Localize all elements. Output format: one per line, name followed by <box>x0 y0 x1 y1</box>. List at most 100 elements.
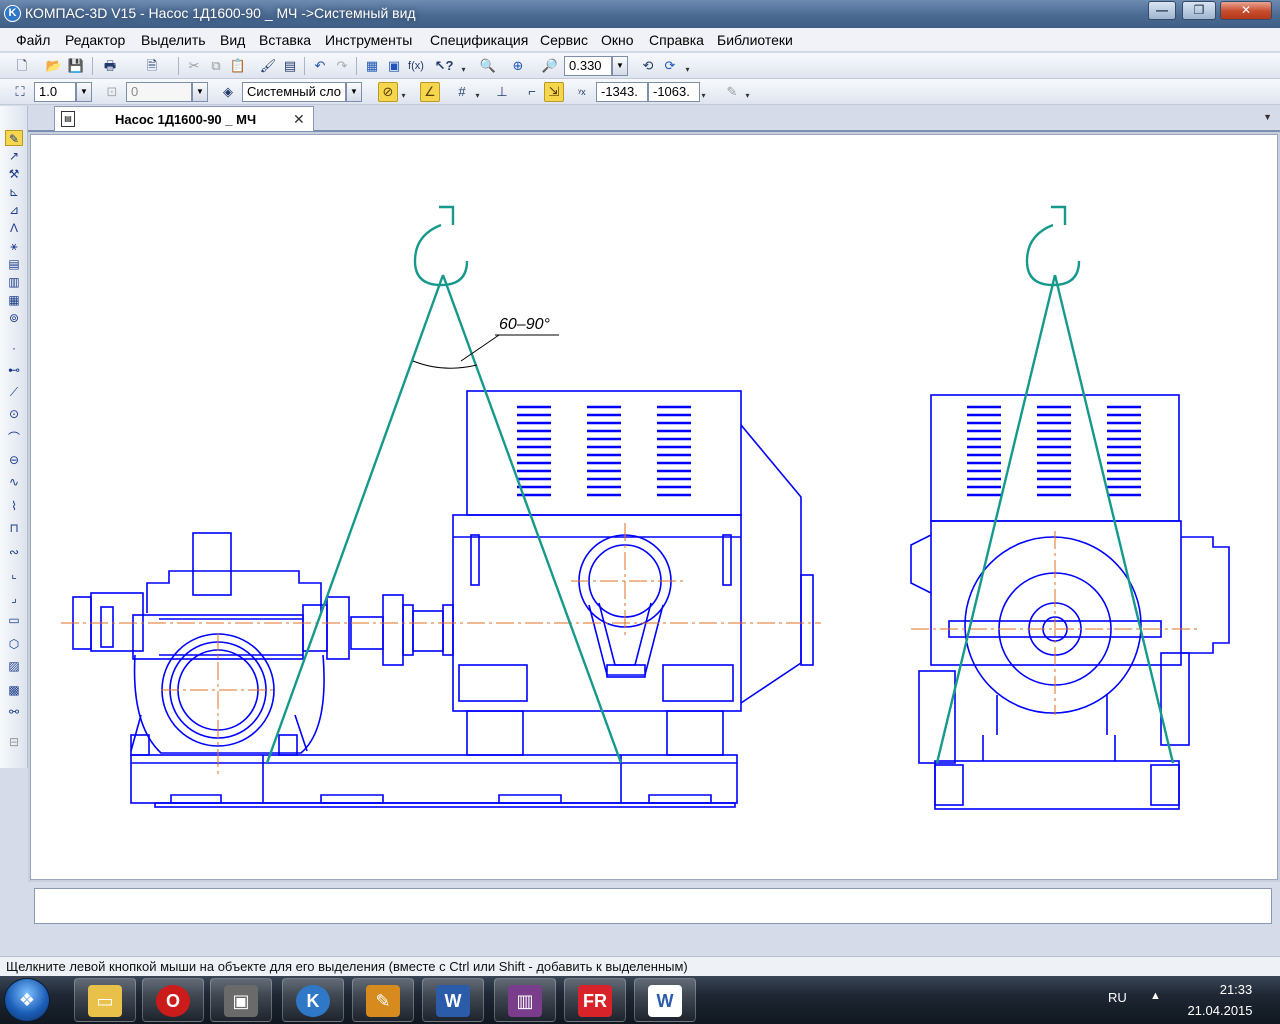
taskbar-kompas-app[interactable]: K <box>282 978 344 1022</box>
pump-drawing[interactable]: 60–90° <box>31 135 1279 881</box>
new-document-icon[interactable]: 🗋 <box>12 56 32 76</box>
menu-libraries[interactable]: Библиотеки <box>717 32 793 48</box>
chamfer-tool-icon[interactable]: ⌟ <box>5 590 23 606</box>
properties-icon[interactable]: ▤ <box>280 56 300 76</box>
redraw-icon[interactable]: ⟲ <box>638 56 658 76</box>
parametrize-tool-icon[interactable]: ⊿ <box>5 202 23 218</box>
edit-tool-icon[interactable]: ⊾ <box>5 184 23 200</box>
rebuild-icon[interactable]: ⟳ <box>660 56 680 76</box>
kompas-app-icon[interactable]: K <box>4 5 21 22</box>
circle-tool-icon[interactable]: ⊙ <box>5 406 23 422</box>
snap-magnet-icon[interactable]: ⊘ <box>378 82 398 102</box>
zoom-value-field[interactable]: 0.330 <box>564 56 612 76</box>
step-field[interactable]: 1.0 <box>34 82 76 102</box>
taskbar-winrar-app[interactable]: ▥ <box>494 978 556 1022</box>
tray-time[interactable]: 21:33 <box>1196 982 1276 997</box>
spec-tool-icon[interactable]: ▥ <box>5 274 23 290</box>
drawing-canvas[interactable]: 60–90° <box>30 134 1278 880</box>
coord-x-field[interactable]: -1343. <box>596 82 648 102</box>
print-preview-icon[interactable]: 🗎 <box>142 56 162 76</box>
select-tool-icon[interactable]: ⚹ <box>5 238 23 254</box>
arc-tool-icon[interactable]: ⌒ <box>5 430 23 446</box>
menu-specification[interactable]: Спецификация <box>430 32 528 48</box>
taskbar-opera-app[interactable]: O <box>142 978 204 1022</box>
menu-tools[interactable]: Инструменты <box>325 32 412 48</box>
taskbar-computer-app[interactable]: ▣ <box>210 978 272 1022</box>
menu-window[interactable]: Окно <box>601 32 634 48</box>
insert-tool-icon[interactable]: ⊚ <box>5 310 23 326</box>
zoom-all-icon[interactable]: ⊕ <box>508 56 528 76</box>
auxiliary-line-icon[interactable]: ⊷ <box>5 362 23 378</box>
tab-document[interactable]: ▤ Насос 1Д1600-90 _ МЧ ✕ <box>54 106 314 131</box>
taskbar-word-doc-app[interactable]: W <box>634 978 696 1022</box>
reports-tool-icon[interactable]: ▦ <box>5 292 23 308</box>
redo-icon[interactable]: ↷ <box>332 56 352 76</box>
angle-dropdown-icon[interactable]: ▼ <box>192 82 208 102</box>
dimensions-tool-icon[interactable]: ↗ <box>5 148 23 164</box>
layer-icon[interactable]: ◈ <box>218 82 238 102</box>
geometry-tool-icon[interactable]: ✎ <box>5 130 23 146</box>
grid-icon[interactable]: # <box>452 82 472 102</box>
measure-tool-icon[interactable]: Λ <box>5 220 23 236</box>
contour-tool-icon[interactable]: ⊓ <box>5 520 23 536</box>
cursor-coordinates-icon[interactable]: ⇲ <box>544 82 564 102</box>
fill-tool-icon[interactable]: ▩ <box>5 682 23 698</box>
zoom-dropdown-icon[interactable]: ▼ <box>612 56 628 76</box>
menu-file[interactable]: Файл <box>16 32 50 48</box>
tab-close-icon[interactable]: ✕ <box>293 111 305 128</box>
zoom-window-icon[interactable]: 🔍 <box>478 56 498 76</box>
cursor-step-icon[interactable]: ⛶ <box>10 82 30 102</box>
clear-icon[interactable]: ✎ <box>722 82 742 102</box>
help-pointer-icon[interactable]: ↖? <box>434 56 454 76</box>
taskbar-editor-app[interactable]: ✎ <box>352 978 414 1022</box>
save-icon[interactable]: 💾 <box>66 56 86 76</box>
spline-tool-icon[interactable]: ∿ <box>5 474 23 490</box>
copy-icon[interactable]: ⧉ <box>206 56 226 76</box>
close-button[interactable]: ✕ <box>1220 1 1272 20</box>
layer-dropdown-icon[interactable]: ▼ <box>346 82 362 102</box>
associative-views-icon[interactable]: ▤ <box>5 256 23 272</box>
zoom-scale-icon[interactable]: 🔎 <box>540 56 560 76</box>
segment-tool-icon[interactable]: ⟋ <box>5 384 23 400</box>
ellipse-tool-icon[interactable]: ⊖ <box>5 452 23 468</box>
taskbar-word-app[interactable]: W <box>422 978 484 1022</box>
library-icon[interactable]: ▣ <box>384 56 404 76</box>
nurbs-tool-icon[interactable]: ∾ <box>5 544 23 560</box>
menu-insert[interactable]: Вставка <box>259 32 311 48</box>
menu-service[interactable]: Сервис <box>540 32 588 48</box>
menu-editor[interactable]: Редактор <box>65 32 125 48</box>
tray-expand-icon[interactable]: ▲ <box>1150 990 1161 1002</box>
step-dropdown-icon[interactable]: ▼ <box>76 82 92 102</box>
taskbar-folder-app[interactable]: ▭ <box>74 978 136 1022</box>
print-icon[interactable]: 🖶 <box>100 56 120 76</box>
minimize-button[interactable]: — <box>1148 1 1176 20</box>
polyline-tool-icon[interactable]: ⌇ <box>5 498 23 514</box>
collection-tool-icon[interactable]: ⊟ <box>5 734 23 750</box>
start-button[interactable]: ❖ <box>4 978 50 1022</box>
open-folder-icon[interactable]: 📂 <box>44 56 64 76</box>
paste-icon[interactable]: 📋 <box>228 56 248 76</box>
taskbar-finereader-app[interactable]: FR <box>564 978 626 1022</box>
angle-field[interactable]: 0 <box>126 82 192 102</box>
menu-select[interactable]: Выделить <box>141 32 206 48</box>
tray-date[interactable]: 21.04.2015 <box>1180 1003 1260 1018</box>
angle-icon[interactable]: ⊡ <box>102 82 122 102</box>
menu-help[interactable]: Справка <box>649 32 704 48</box>
restore-button[interactable]: ❐ <box>1182 1 1216 20</box>
properties-input-area[interactable] <box>34 888 1272 924</box>
menu-view[interactable]: Вид <box>220 32 245 48</box>
tabs-menu-icon[interactable]: ▼ <box>1263 112 1272 122</box>
format-painter-icon[interactable]: 🖌 <box>258 56 278 76</box>
equidistant-tool-icon[interactable]: ⚯ <box>5 704 23 720</box>
undo-icon[interactable]: ↶ <box>310 56 330 76</box>
ortho-mode-icon[interactable]: ∠ <box>420 82 440 102</box>
polygon-tool-icon[interactable]: ⬡ <box>5 636 23 652</box>
hatch-tool-icon[interactable]: ▨ <box>5 658 23 674</box>
designations-tool-icon[interactable]: ⚒ <box>5 166 23 182</box>
rectangle-tool-icon[interactable]: ▭ <box>5 612 23 628</box>
layer-field[interactable]: Системный сло <box>242 82 346 102</box>
variables-fx-icon[interactable]: f(x) <box>406 56 426 76</box>
cut-icon[interactable]: ✂ <box>184 56 204 76</box>
ortho-draw-icon[interactable]: ⌐ <box>522 82 542 102</box>
coord-y-field[interactable]: -1063. <box>648 82 700 102</box>
